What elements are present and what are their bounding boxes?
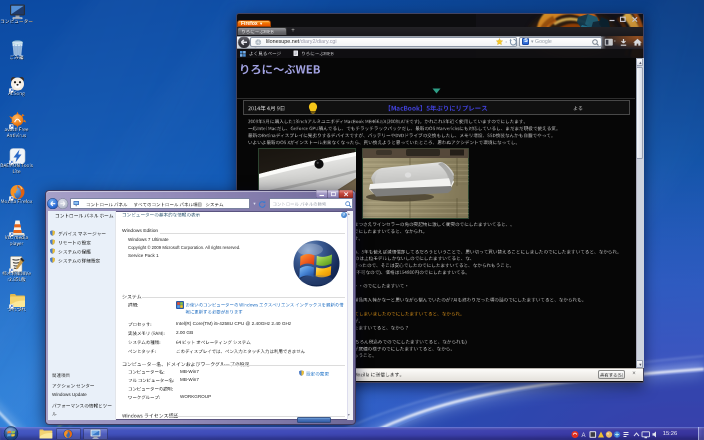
svg-text:A: A: [582, 432, 586, 438]
